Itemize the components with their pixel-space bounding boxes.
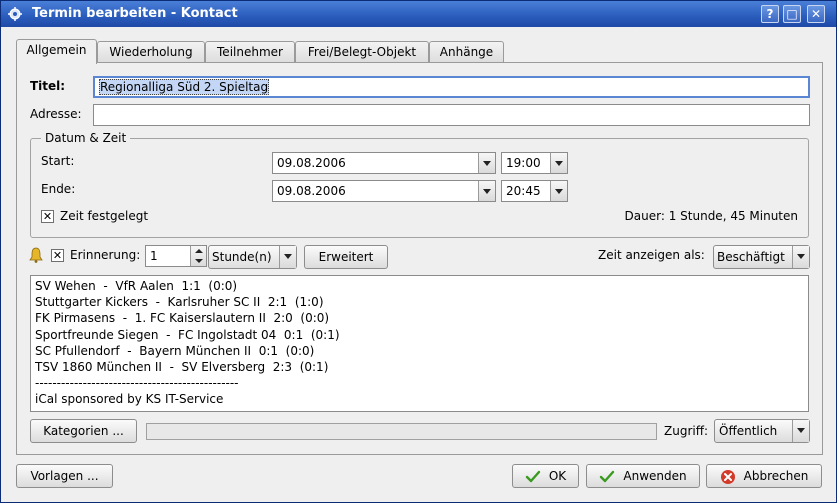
end-date-value: 09.08.2006 (277, 184, 346, 198)
chevron-down-icon[interactable] (550, 181, 567, 201)
description-line: SV Wehen - VfR Aalen 1:1 (0:0) (35, 279, 238, 293)
fixed-time-checkbox[interactable]: ✕ (41, 210, 54, 223)
tab-frei-belegt[interactable]: Frei/Belegt-Objekt (295, 41, 429, 63)
tab-anhaenge[interactable]: Anhänge (429, 41, 504, 63)
description-line: FK Pirmasens - 1. FC Kaiserslautern II 2… (35, 311, 330, 326)
access-value: Öffentlich (719, 424, 778, 438)
templates-button[interactable]: Vorlagen ... (16, 464, 113, 488)
help-button[interactable]: ? (761, 5, 779, 23)
checkmark-icon (600, 470, 615, 482)
advanced-button[interactable]: Erweitert (304, 245, 388, 269)
ok-button[interactable]: OK (512, 464, 579, 488)
bell-icon (29, 247, 43, 263)
tab-allgemein[interactable]: Allgemein (16, 39, 97, 64)
address-label: Adresse: (30, 107, 82, 121)
maximize-button[interactable]: □ (783, 5, 801, 23)
date-time-group-label: Datum & Zeit (41, 131, 131, 145)
tab-wiederholung[interactable]: Wiederholung (97, 41, 205, 63)
description-line: ----------------------------------------… (35, 376, 239, 391)
tab-teilnehmer[interactable]: Teilnehmer (205, 41, 295, 63)
show-as-value: Beschäftigt (717, 250, 785, 264)
fixed-time-label[interactable]: Zeit festgelegt (60, 209, 148, 223)
ok-button-label: OK (548, 469, 567, 483)
reminder-unit-combo[interactable]: Stunde(n) (208, 245, 297, 269)
title-input[interactable]: Regionalliga Süd 2. Spieltag (93, 76, 810, 98)
chevron-down-icon[interactable] (792, 246, 809, 268)
reminder-unit-value: Stunde(n) (212, 250, 272, 264)
end-date-combo[interactable]: 09.08.2006 (272, 180, 496, 202)
start-time-combo[interactable]: 19:00 (501, 152, 568, 174)
access-label: Zugriff: (664, 424, 709, 438)
description-line: iCal sponsored by KS IT-Service (35, 392, 224, 407)
access-combo[interactable]: Öffentlich (714, 419, 810, 443)
start-time-value: 19:00 (506, 156, 541, 170)
close-button[interactable]: ✕ (807, 5, 825, 23)
reminder-amount-value: 1 (150, 249, 158, 263)
chevron-down-icon[interactable] (550, 153, 567, 173)
dialog-window: Termin bearbeiten - Kontact ? □ ✕ Allgem… (0, 0, 837, 503)
title-bar[interactable]: Termin bearbeiten - Kontact ? □ ✕ (1, 1, 836, 27)
chevron-down-icon[interactable] (478, 181, 495, 201)
reminder-label: Erinnerung: (70, 248, 141, 262)
show-as-combo[interactable]: Beschäftigt (713, 245, 810, 269)
categories-button[interactable]: Kategorien ... (30, 419, 137, 443)
end-time-value: 20:45 (506, 184, 541, 198)
kontact-gear-icon (8, 7, 22, 21)
description-line: Stuttgarter Kickers - Karlsruher SC II 2… (35, 295, 324, 310)
description-line: Sportfreunde Siegen - FC Ingolstadt 04 0… (35, 327, 340, 342)
spinner-arrows-icon[interactable] (190, 246, 206, 266)
end-label: Ende: (41, 182, 76, 196)
duration-text: Dauer: 1 Stunde, 45 Minuten (624, 209, 798, 223)
reminder-amount-spinbox[interactable]: 1 (145, 245, 207, 267)
chevron-down-icon[interactable] (792, 420, 809, 442)
end-time-combo[interactable]: 20:45 (501, 180, 568, 202)
apply-button[interactable]: Anwenden (586, 464, 700, 488)
tab-panel-allgemein: Titel: Regionalliga Süd 2. Spieltag Adre… (16, 62, 823, 455)
start-date-combo[interactable]: 09.08.2006 (272, 152, 496, 174)
description-line: TSV 1860 München II - SV Elversberg 2:3 … (35, 359, 329, 374)
date-time-group: Datum & Zeit Start: 09.08.2006 19:00 End… (30, 131, 809, 238)
cancel-icon (720, 469, 735, 484)
cancel-button-label: Abbrechen (743, 469, 809, 483)
description-line: SC Pfullendorf - Bayern München II 0:1 (… (35, 343, 315, 358)
title-input-value: Regionalliga Süd 2. Spieltag (99, 79, 270, 95)
reminder-checkbox[interactable]: ✕ (51, 249, 64, 262)
window-title: Termin bearbeiten - Kontact (32, 6, 238, 21)
apply-button-label: Anwenden (623, 469, 687, 483)
start-label: Start: (41, 154, 75, 168)
title-label: Titel: (30, 79, 66, 93)
checkmark-icon (525, 470, 541, 482)
show-as-label: Zeit anzeigen als: (598, 248, 705, 262)
start-date-value: 09.08.2006 (277, 156, 346, 170)
cancel-button[interactable]: Abbrechen (706, 464, 822, 488)
address-input[interactable] (93, 104, 810, 126)
chevron-down-icon[interactable] (478, 153, 495, 173)
categories-display (146, 423, 657, 440)
chevron-down-icon[interactable] (279, 246, 296, 268)
description-textarea[interactable]: SV Wehen - VfR Aalen 1:1 (0:0) Stuttgart… (30, 275, 809, 412)
